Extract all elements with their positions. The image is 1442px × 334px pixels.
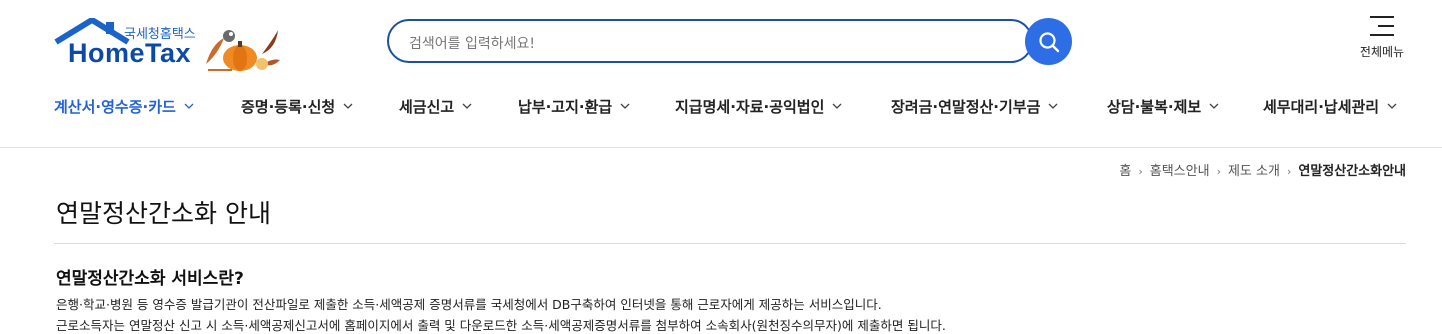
nav-item-label: 증명·등록·신청 [241, 98, 336, 116]
nav-item-label: 장려금·연말정산·기부금 [891, 98, 1041, 116]
main-navigation: 계산서·영수증·카드 증명·등록·신청 세금신고 납부·고지·환급 지급명세·자… [54, 96, 1414, 120]
logo-title: HomeTax [68, 38, 192, 68]
breadcrumb-hometax-guide[interactable]: 홈택스안내 [1150, 164, 1210, 179]
nav-item-invoices[interactable]: 계산서·영수증·카드 [54, 96, 194, 117]
nav-item-label: 계산서·영수증·카드 [54, 98, 176, 116]
nav-item-label: 세금신고 [399, 98, 455, 116]
search-input[interactable]: 검색어를 입력하세요! [409, 33, 535, 53]
nav-item-payment-statements[interactable]: 지급명세·자료·공익법인 [675, 96, 842, 117]
chevron-down-icon [343, 103, 353, 109]
search-icon [1038, 31, 1059, 52]
all-menu-button[interactable]: 전체메뉴 [1352, 16, 1412, 60]
hometax-logo[interactable]: 국세청홈택스 HomeTax [54, 18, 284, 74]
nav-item-label: 세무대리·납세관리 [1263, 98, 1380, 116]
nav-item-tax-agent[interactable]: 세무대리·납세관리 [1263, 96, 1397, 117]
search-bar[interactable]: 검색어를 입력하세요! [387, 19, 1033, 63]
hamburger-icon [1370, 16, 1394, 36]
nav-item-label: 상담·불복·제보 [1107, 98, 1202, 116]
section-title: 연말정산간소화 서비스란? [56, 269, 244, 289]
title-divider [54, 243, 1406, 244]
breadcrumb-home[interactable]: 홈 [1119, 164, 1131, 179]
page-title: 연말정산간소화 안내 [56, 199, 271, 228]
nav-item-tax-filing[interactable]: 세금신고 [399, 96, 472, 117]
chevron-down-icon [832, 103, 842, 109]
chevron-down-icon [620, 103, 630, 109]
nav-item-payment[interactable]: 납부·고지·환급 [518, 96, 630, 117]
breadcrumb-system-intro[interactable]: 제도 소개 [1228, 164, 1280, 179]
breadcrumb: 홈 › 홈택스안내 › 제도 소개 › 연말정산간소화안내 [1119, 160, 1406, 179]
chevron-down-icon [1387, 103, 1397, 109]
chevron-down-icon [184, 103, 194, 109]
chevron-right-icon: › [1286, 165, 1292, 178]
chevron-down-icon [1048, 103, 1058, 109]
nav-item-consultation[interactable]: 상담·불복·제보 [1107, 96, 1219, 117]
nav-item-label: 납부·고지·환급 [518, 98, 613, 116]
breadcrumb-current: 연말정산간소화안내 [1298, 164, 1406, 179]
nav-item-year-end-settlement[interactable]: 장려금·연말정산·기부금 [891, 96, 1058, 117]
chevron-right-icon: › [1138, 165, 1143, 178]
autumn-pumpkin-icon [206, 30, 280, 71]
search-button[interactable] [1025, 18, 1072, 65]
section-description-line: 은행·학교·병원 등 영수증 발급기관이 전산파일로 제출한 소득·세액공제 증… [56, 297, 882, 312]
section-description-line: 근로소득자는 연말정산 신고 시 소득·세액공제신고서에 홈페이지에서 출력 및… [56, 318, 946, 333]
site-header: 국세청홈택스 HomeTax 검색어를 입력하세요! 전체메뉴 계산서·영수증·… [0, 0, 1442, 148]
chevron-right-icon: › [1216, 165, 1221, 178]
nav-item-certificates[interactable]: 증명·등록·신청 [241, 96, 353, 117]
chevron-down-icon [1209, 103, 1219, 109]
all-menu-label: 전체메뉴 [1359, 45, 1405, 59]
chevron-down-icon [462, 103, 472, 109]
nav-item-label: 지급명세·자료·공익법인 [675, 98, 825, 116]
